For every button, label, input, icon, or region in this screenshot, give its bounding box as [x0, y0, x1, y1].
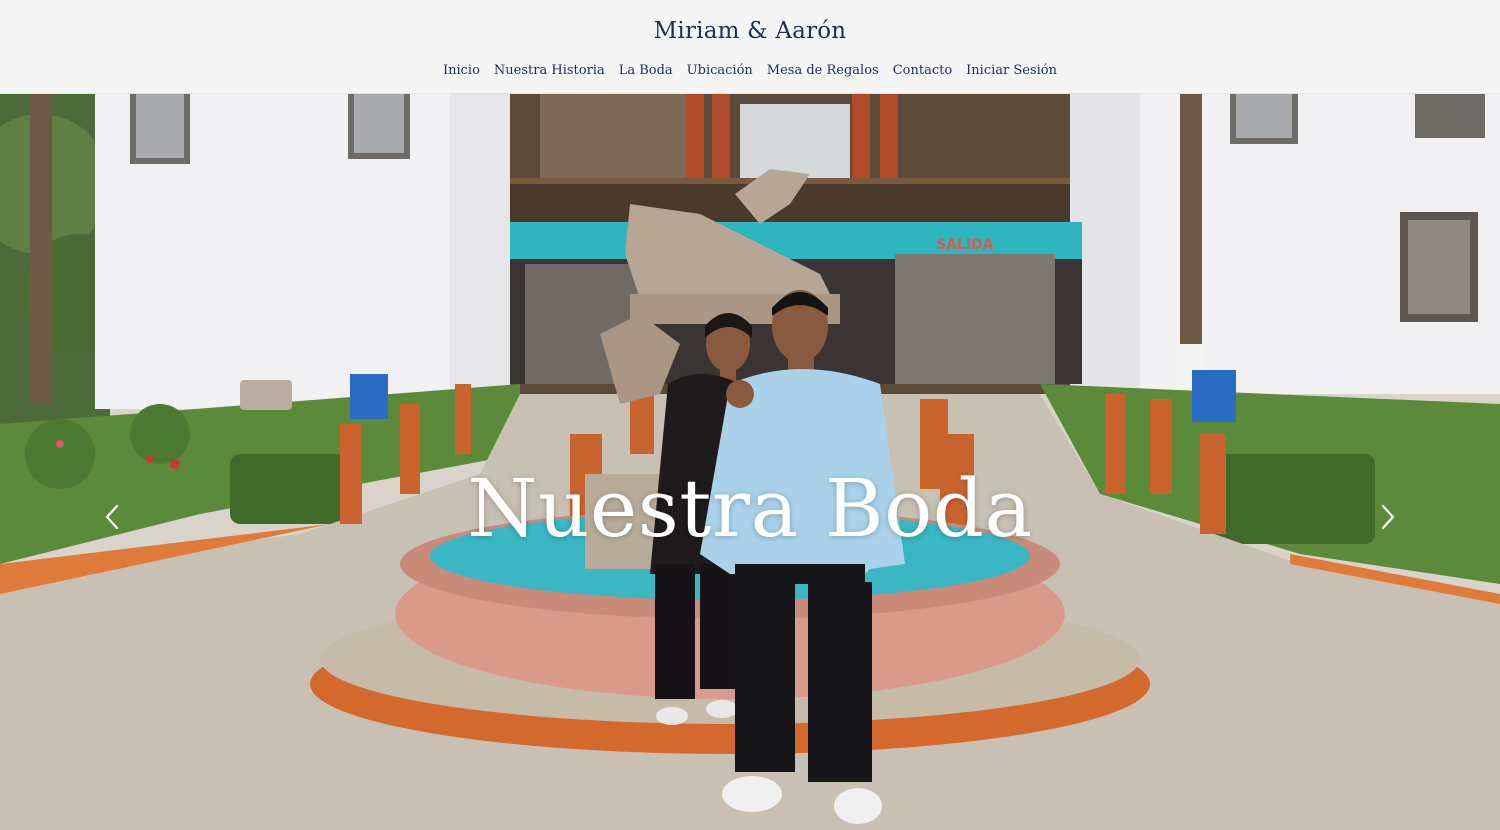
carousel-next-button[interactable]	[1372, 502, 1402, 532]
chevron-right-icon	[1381, 504, 1395, 530]
salida-sign: SALIDA	[936, 237, 994, 253]
nav-la-boda[interactable]: La Boda	[619, 63, 673, 78]
nav-contacto[interactable]: Contacto	[893, 63, 952, 78]
nav-ubicacion[interactable]: Ubicación	[687, 63, 753, 78]
hero-title: Nuestra Boda	[467, 462, 1033, 555]
nav-mesa-de-regalos[interactable]: Mesa de Regalos	[767, 63, 879, 78]
nav-nuestra-historia[interactable]: Nuestra Historia	[494, 63, 605, 78]
chevron-left-icon	[105, 504, 119, 530]
nav-iniciar-sesion[interactable]: Iniciar Sesión	[966, 63, 1057, 78]
carousel-prev-button[interactable]	[98, 502, 128, 532]
hero-carousel: SALIDA Nuestra Boda	[0, 94, 1500, 830]
site-header: Miriam & Aarón Inicio Nuestra Historia L…	[0, 0, 1500, 94]
nav-inicio[interactable]: Inicio	[443, 63, 480, 78]
main-nav: Inicio Nuestra Historia La Boda Ubicació…	[0, 63, 1500, 78]
site-title[interactable]: Miriam & Aarón	[0, 18, 1500, 44]
